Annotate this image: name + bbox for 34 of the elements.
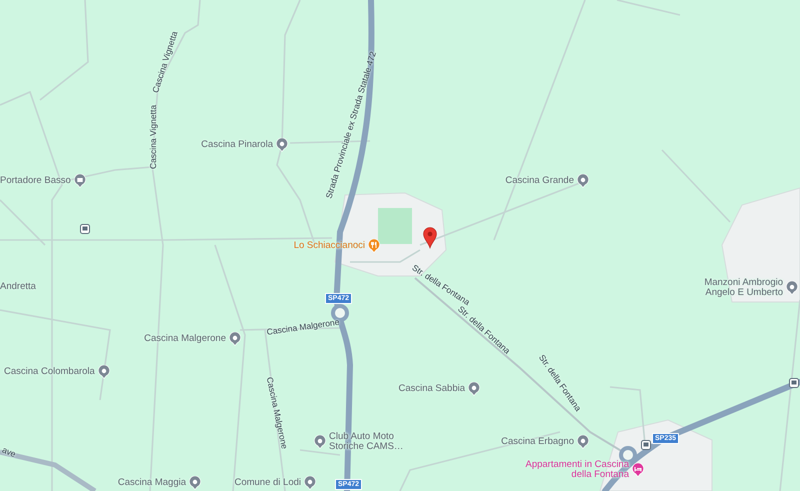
place-label[interactable]: Cascina Erbagno xyxy=(501,437,574,447)
bed-icon[interactable] xyxy=(632,463,644,477)
place-label[interactable]: Cascina Pinarola xyxy=(201,140,273,150)
place-label[interactable]: Cascina Grande xyxy=(505,176,574,186)
place-marker-icon[interactable] xyxy=(314,435,326,449)
location-pin-icon xyxy=(423,227,437,249)
place-label[interactable]: Comune di Lodi xyxy=(234,478,301,488)
road-label: Cascina Vignetta xyxy=(148,104,158,170)
place-label[interactable]: Lo Schiaccianoci xyxy=(294,241,365,251)
place-marker-icon[interactable] xyxy=(304,476,316,490)
place-label[interactable]: Cascina Colombarola xyxy=(4,367,95,377)
road-label: ave xyxy=(1,446,17,458)
place-label[interactable]: Andretta xyxy=(0,282,36,292)
fork-knife-icon[interactable] xyxy=(368,239,380,253)
place-label[interactable]: Cascina Malgerone xyxy=(144,334,226,344)
place-marker-icon[interactable] xyxy=(577,435,589,449)
place-label[interactable]: Manzoni Ambrogio Angelo E Umberto xyxy=(701,278,783,298)
place-marker-icon[interactable] xyxy=(577,174,589,188)
place-marker-icon[interactable] xyxy=(189,476,201,490)
place-marker-icon[interactable] xyxy=(468,382,480,396)
place-marker-icon[interactable] xyxy=(276,138,288,152)
place-marker-icon[interactable] xyxy=(229,332,241,346)
place-marker-icon[interactable] xyxy=(98,365,110,379)
bus-stop-icon[interactable] xyxy=(641,440,651,450)
road-label: Cascina Malgerone xyxy=(266,318,340,336)
bus-stop-icon[interactable] xyxy=(80,224,90,234)
shop-icon[interactable] xyxy=(74,174,86,188)
place-label[interactable]: Portadore Basso xyxy=(0,176,71,186)
road-label: Cascina Malgerone xyxy=(265,376,289,450)
place-label[interactable]: Cascina Sabbia xyxy=(398,384,465,394)
place-label[interactable]: Appartamenti in Cascina della Fontana xyxy=(525,460,629,480)
bus-stop-icon[interactable] xyxy=(789,378,799,388)
place-marker-icon[interactable] xyxy=(786,281,798,295)
place-label[interactable]: Cascina Maggia xyxy=(118,478,186,488)
